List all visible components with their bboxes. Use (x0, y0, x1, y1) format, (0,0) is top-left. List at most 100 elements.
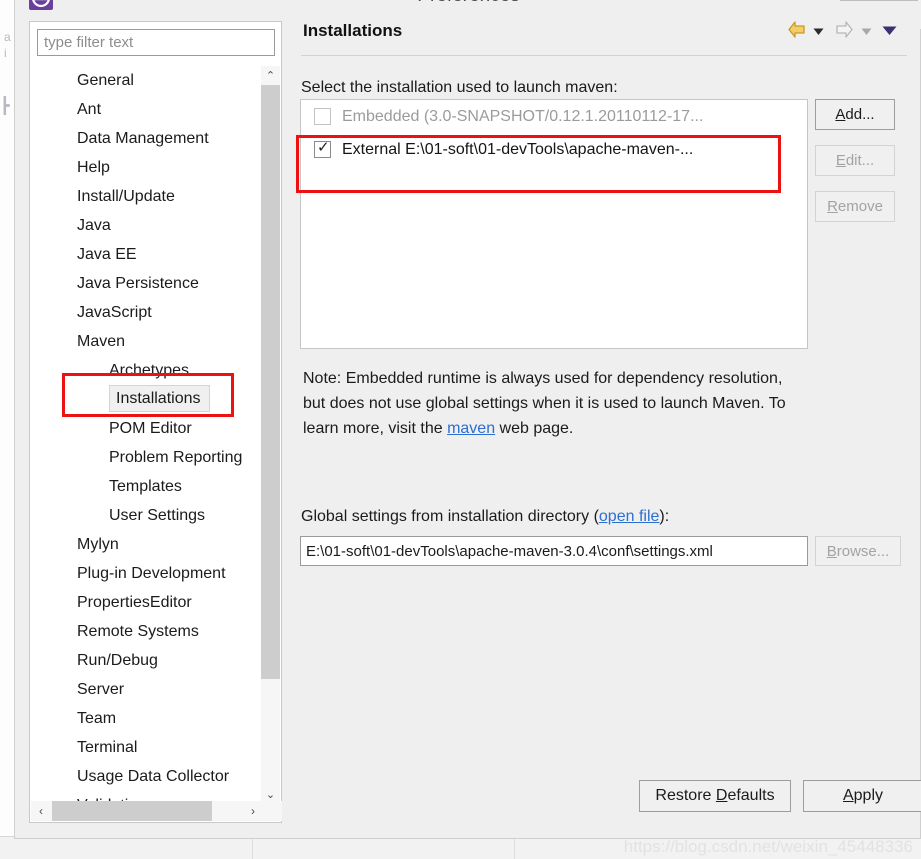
preferences-tree[interactable]: General Ant Data Management Help Install/Upd… (31, 66, 282, 804)
filter-text-input[interactable] (37, 29, 275, 56)
browse-button: Browse... (815, 536, 901, 566)
apply-mnemonic: A (842, 787, 854, 804)
apply-button[interactable]: Apply (803, 780, 921, 812)
tree-hscroll-thumb[interactable] (52, 801, 212, 821)
sidebar-item-label: Run/Debug (77, 652, 158, 669)
sidebar-item-label: PropertiesEditor (77, 594, 192, 611)
sidebar-item-help[interactable]: Help (31, 153, 263, 182)
sidebar-item-run-debug[interactable]: Run/Debug (31, 646, 263, 675)
global-settings-label-suffix: ): (659, 508, 670, 525)
tree-vertical-scrollbar[interactable]: ⌃ ⌄ (261, 66, 280, 804)
sidebar-item-maven[interactable]: Maven (31, 327, 263, 356)
browse-button-mnemonic: B (826, 542, 837, 560)
remove-button-mnemonic: R (827, 198, 838, 215)
list-item[interactable]: Embedded (3.0-SNAPSHOT/0.12.1.20110112-1… (301, 100, 807, 133)
sidebar-item-label: Install/Update (77, 188, 175, 205)
sidebar-item-pom-editor[interactable]: POM Editor (31, 414, 263, 443)
sidebar-item-usage-data-collector[interactable]: Usage Data Collector (31, 762, 263, 791)
edit-button-label-rest: dit... (845, 152, 875, 169)
menu-chevron-down-icon[interactable] (882, 23, 897, 40)
sidebar-item-label: Server (77, 681, 125, 698)
preferences-tree-panel: General Ant Data Management Help Install/Upd… (29, 21, 282, 823)
sidebar-item-label: Java EE (77, 246, 137, 263)
sidebar-item-label: Terminal (77, 739, 138, 756)
sidebar-item-archetypes[interactable]: Archetypes (31, 356, 263, 385)
installation-label: Embedded (3.0-SNAPSHOT/0.12.1.20110112-1… (342, 107, 704, 125)
sidebar-item-user-settings[interactable]: User Settings (31, 501, 263, 530)
watermark: https://blog.csdn.net/weixin_45448336 (623, 837, 913, 856)
sidebar-item-java-ee[interactable]: Java EE (31, 240, 263, 269)
sidebar-item-plug-in-development[interactable]: Plug-in Development (31, 559, 263, 588)
sidebar-item-label: JavaScript (77, 304, 152, 321)
dialog-title: Preferences (15, 0, 921, 7)
tree-vscroll-thumb[interactable] (261, 85, 280, 679)
sidebar-item-label: POM Editor (109, 420, 192, 437)
sidebar-item-label: Team (77, 710, 117, 727)
background-glyph-i: i (4, 46, 7, 60)
content-header: Installations (287, 11, 907, 56)
sidebar-item-mylyn[interactable]: Mylyn (31, 530, 263, 559)
global-settings-label-prefix: Global settings from installation direct… (301, 508, 599, 525)
select-installation-label: Select the installation used to launch m… (301, 79, 618, 96)
sidebar-item-label: Installations (116, 390, 201, 407)
preferences-tree-list: General Ant Data Management Help Install/Upd… (31, 66, 263, 804)
sidebar-item-problem-reporting[interactable]: Problem Reporting (31, 443, 263, 472)
sidebar-item-label: Mylyn (77, 536, 119, 553)
sidebar-item-label: Data Management (77, 130, 209, 147)
sidebar-item-team[interactable]: Team (31, 704, 263, 733)
scroll-up-icon[interactable]: ⌃ (261, 66, 280, 85)
sidebar-item-terminal[interactable]: Terminal (31, 733, 263, 762)
scroll-right-icon[interactable]: › (243, 801, 263, 821)
sidebar-item-install-update[interactable]: Install/Update (31, 182, 263, 211)
installation-checkbox[interactable] (314, 108, 331, 125)
back-arrow-icon[interactable] (786, 20, 807, 43)
sidebar-item-ant[interactable]: Ant (31, 95, 263, 124)
sidebar-item-propertieseditor[interactable]: PropertiesEditor (31, 588, 263, 617)
list-item[interactable]: ✓ External E:\01-soft\01-devTools\apache… (301, 133, 807, 166)
header-divider (301, 55, 907, 56)
sidebar-item-server[interactable]: Server (31, 675, 263, 704)
navigation-icons (786, 20, 897, 43)
add-button[interactable]: Add... (815, 99, 895, 130)
maven-link[interactable]: maven (447, 420, 495, 437)
sidebar-item-label: Usage Data Collector (77, 768, 230, 785)
global-settings-label: Global settings from installation direct… (301, 508, 669, 526)
restore-defaults-mnemonic: D (715, 787, 728, 804)
note-text: Note: Embedded runtime is always used fo… (303, 366, 803, 441)
sidebar-item-label: User Settings (109, 507, 206, 524)
restore-defaults-label-pre: Restore (655, 787, 716, 804)
sidebar-item-general[interactable]: General (31, 66, 263, 95)
background-glyph-a: a (4, 30, 11, 44)
sidebar-item-selected[interactable]: Installations (109, 385, 210, 412)
forward-arrow-icon (834, 20, 855, 43)
browse-button-label-rest: rowse... (836, 542, 890, 560)
sidebar-item-java-persistence[interactable]: Java Persistence (31, 269, 263, 298)
status-bar-cell-1 (0, 837, 253, 859)
sidebar-item-remote-systems[interactable]: Remote Systems (31, 617, 263, 646)
sidebar-item-label: Problem Reporting (109, 449, 243, 466)
installation-label: External E:\01-soft\01-devTools\apache-m… (342, 140, 694, 158)
edit-button: Edit... (815, 145, 895, 176)
sidebar-item-java[interactable]: Java (31, 211, 263, 240)
sidebar-item-label: Ant (77, 101, 102, 118)
sidebar-item-label: Help (77, 159, 110, 176)
restore-defaults-button[interactable]: Restore Defaults (639, 780, 791, 812)
back-dropdown-chevron-down-icon[interactable] (813, 23, 824, 40)
restore-defaults-label-post: efaults (727, 787, 775, 804)
installations-list[interactable]: Embedded (3.0-SNAPSHOT/0.12.1.20110112-1… (300, 99, 808, 349)
installation-checkbox[interactable]: ✓ (314, 139, 331, 158)
sidebar-item-label: Plug-in Development (77, 565, 226, 582)
scroll-left-icon[interactable]: ‹ (31, 801, 51, 821)
sidebar-item-javascript[interactable]: JavaScript (31, 298, 263, 327)
sidebar-item-label: Templates (109, 478, 182, 495)
open-file-link[interactable]: open file (599, 508, 660, 525)
sidebar-item-templates[interactable]: Templates (31, 472, 263, 501)
background-glyph-bracket: ┣ (0, 98, 10, 115)
status-bar-cell-2 (252, 837, 515, 859)
sidebar-item-installations[interactable]: Installations (31, 385, 263, 414)
window-controls[interactable] (840, 0, 918, 1)
forward-dropdown-chevron-down-icon (861, 23, 872, 40)
tree-horizontal-scrollbar[interactable]: ‹ › (31, 801, 282, 821)
global-settings-path-input[interactable] (300, 536, 808, 566)
sidebar-item-data-management[interactable]: Data Management (31, 124, 263, 153)
